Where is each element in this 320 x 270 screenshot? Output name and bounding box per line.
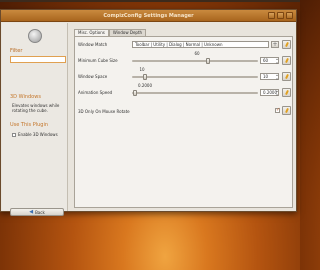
plus-icon[interactable]: + [271,41,279,48]
animation-speed-label: Animation Speed [78,90,113,95]
enable-checkbox-label: Enable 3D Windows [18,132,58,137]
close-button[interactable] [286,12,293,19]
window-space-slider[interactable] [132,74,258,80]
plugin-icon [28,29,42,43]
tab-window-depth[interactable]: Window Depth [108,29,147,36]
window-controls [268,12,293,19]
plugin-description: Elevates windows while rotating the cube… [12,103,60,113]
window-title: CompizConfig Settings Manager [103,13,194,19]
reset-icon[interactable] [282,88,291,97]
min-cube-size-value-label: 60 [194,51,200,56]
maximize-button[interactable] [277,12,284,19]
sidebar: Filter 3D Windows Elevates windows while… [2,23,68,216]
tab-page: Window Match Toolbar | Utility | Dialog … [74,36,293,208]
main-panel: Misc. Options Window Depth Window Match … [70,24,295,210]
enable-checkbox-box[interactable] [12,133,16,137]
reset-icon[interactable] [282,106,291,115]
minimize-button[interactable] [268,12,275,19]
back-button-label: Back [35,209,45,215]
window-space-spin[interactable]: 10 [260,73,279,81]
reset-icon[interactable] [282,72,291,81]
window-space-label: Window Space [78,74,108,79]
filter-label: Filter [10,48,23,54]
animation-speed-value-label: 0.2000 [138,83,152,88]
tab-bar: Misc. Options Window Depth [74,29,147,36]
min-cube-size-slider[interactable] [132,58,258,64]
min-cube-size-spin[interactable]: 60 [260,57,279,65]
reset-icon[interactable] [282,40,291,49]
settings-window: CompizConfig Settings Manager Filter 3D … [0,9,297,216]
window-space-handle[interactable] [142,74,147,80]
animation-speed-handle[interactable] [132,90,137,96]
only-rotate-checkbox[interactable] [275,107,280,113]
filter-input[interactable] [10,56,66,63]
plugin-name: 3D Windows [10,94,41,100]
enable-plugin-checkbox[interactable]: Enable 3D Windows [12,132,64,137]
back-button[interactable]: ◀ Back [10,208,64,216]
only-rotate-label: 3D Only On Mouse Rotate [78,109,130,114]
window-match-input[interactable]: Toolbar | Utility | Dialog | Normal | Un… [132,41,269,48]
top-panel [0,0,300,2]
window-match-label: Window Match [78,42,108,47]
titlebar[interactable]: CompizConfig Settings Manager [1,10,296,22]
min-cube-size-label: Minimum Cube Size [78,58,118,63]
back-arrow-icon: ◀ [29,209,34,215]
animation-speed-spin[interactable]: 0.2000 [260,89,279,97]
min-cube-size-handle[interactable] [205,58,210,64]
window-space-value-label: 10 [139,67,145,72]
animation-speed-slider[interactable] [132,90,258,96]
use-plugin-heading: Use This Plugin [10,122,49,128]
reset-icon[interactable] [282,56,291,65]
tab-misc-options[interactable]: Misc. Options [74,29,109,36]
